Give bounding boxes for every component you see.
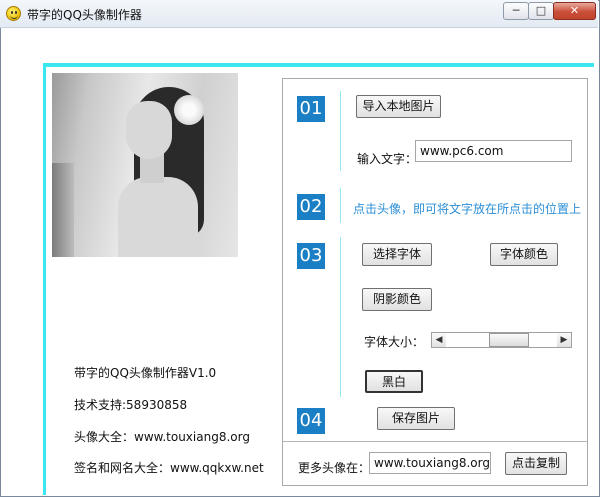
minimize-button[interactable]: ─ (503, 2, 529, 20)
slider-thumb[interactable] (489, 333, 529, 347)
step3-divider (340, 237, 341, 397)
choose-font-button[interactable]: 选择字体 (362, 243, 432, 266)
photo-flower (174, 95, 204, 125)
copy-url-button[interactable]: 点击复制 (505, 452, 567, 475)
text-input-field[interactable]: www.pc6.com (415, 140, 572, 162)
avatar-site-text: 头像大全：www.touxiang8.org (74, 430, 250, 444)
photo-face (126, 101, 172, 159)
import-image-button[interactable]: 导入本地图片 (356, 95, 441, 118)
black-white-button[interactable]: 黑白 (365, 370, 423, 393)
close-button[interactable]: ✕ (553, 2, 596, 20)
maximize-button[interactable]: □ (528, 2, 554, 20)
font-color-button[interactable]: 字体颜色 (490, 243, 558, 266)
accent-border-top (43, 63, 594, 67)
window-title: 带字的QQ头像制作器 (27, 8, 142, 22)
placement-hint-text: 点击头像，即可将文字放在所点击的位置上 (353, 202, 582, 216)
panel-footer-divider (283, 441, 587, 442)
shadow-color-button[interactable]: 阴影颜色 (362, 288, 432, 311)
font-size-label: 字体大小： (364, 335, 425, 349)
slider-left-arrow-icon[interactable]: ◀ (432, 333, 446, 347)
accent-border-left (43, 63, 46, 495)
names-site-text: 签名和网名大全：www.qqkxw.net (74, 461, 264, 475)
save-image-button[interactable]: 保存图片 (377, 407, 455, 430)
avatar-preview-image[interactable] (52, 73, 238, 257)
step-badge-02: 02 (297, 194, 325, 220)
photo-background-figure (52, 163, 74, 257)
slider-right-arrow-icon[interactable]: ▶ (557, 333, 571, 347)
step1-divider (340, 91, 341, 171)
support-text: 技术支持:58930858 (74, 398, 188, 412)
step-badge-04: 04 (297, 408, 325, 434)
app-version-text: 带字的QQ头像制作器V1.0 (74, 366, 217, 380)
step-badge-01: 01 (297, 96, 325, 122)
font-size-slider[interactable]: ◀ ▶ (431, 332, 572, 348)
text-input-label: 输入文字： (357, 152, 418, 166)
more-avatars-label: 更多头像在： (298, 461, 371, 475)
step2-divider (340, 188, 341, 223)
smiley-icon (6, 6, 21, 21)
step-badge-03: 03 (297, 243, 325, 269)
photo-shoulder (118, 177, 198, 257)
more-avatars-url-field[interactable]: www.touxiang8.org (369, 452, 491, 474)
